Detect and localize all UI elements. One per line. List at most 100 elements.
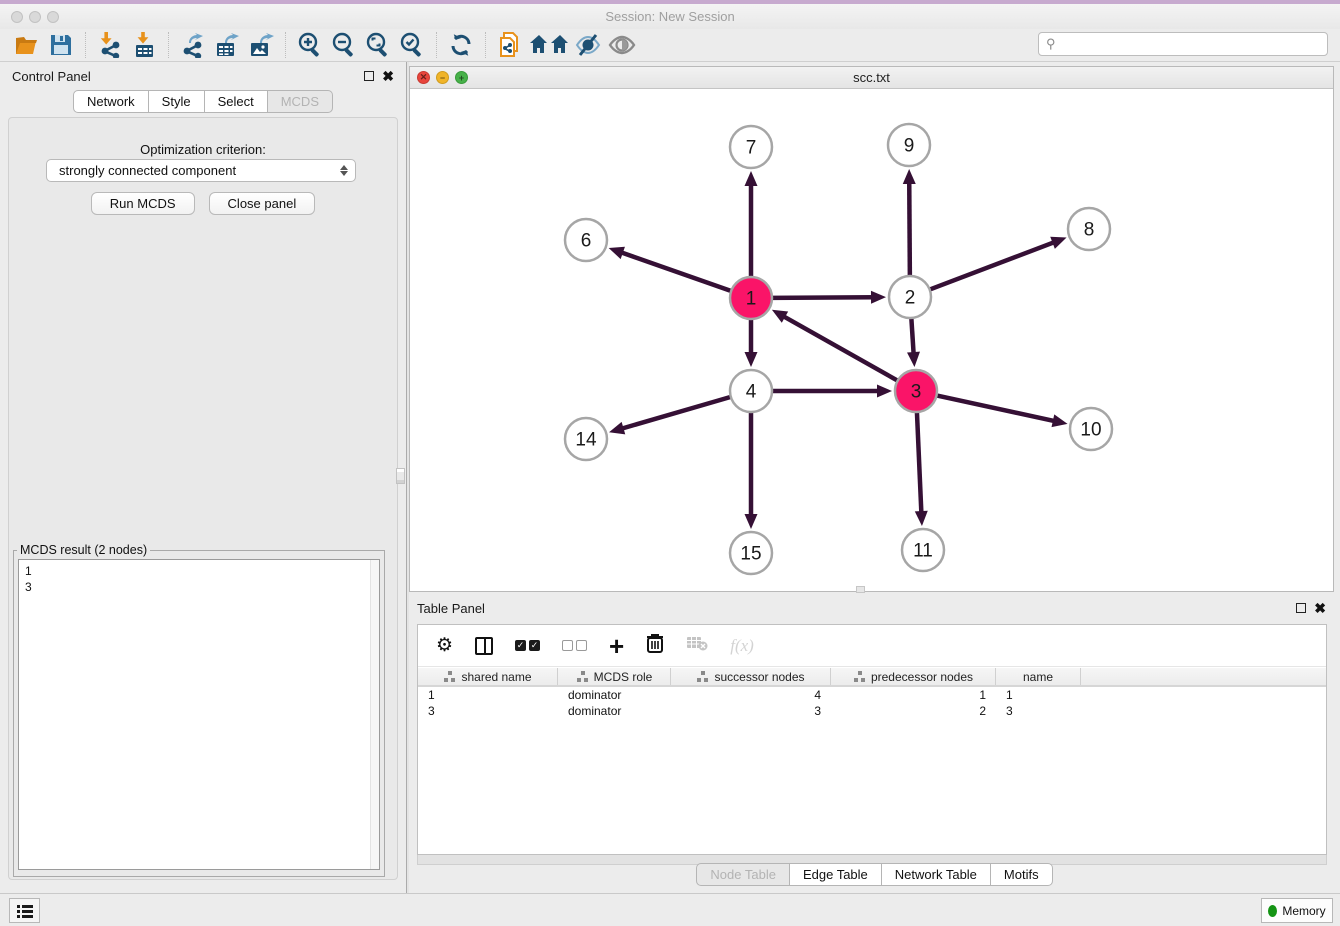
import-table-icon[interactable] [127,31,161,59]
home-icon[interactable] [527,31,571,59]
close-table-panel-icon[interactable]: ✖ [1314,603,1326,613]
float-panel-icon[interactable] [364,71,374,81]
main-toolbar: ⚲ [0,29,1340,62]
table-row[interactable]: 3dominator323 [418,703,1326,719]
tab-node-table[interactable]: Node Table [696,863,790,886]
table-cell[interactable]: 1 [996,688,1081,702]
edge-1-6[interactable] [619,252,731,291]
run-mcds-button[interactable]: Run MCDS [91,192,195,215]
hide-graphics-details-icon[interactable] [571,31,605,59]
select-all-icon[interactable]: ✓✓ [515,640,540,651]
search-input[interactable] [1060,37,1327,51]
zoom-fit-icon[interactable] [361,31,395,59]
graph-node-label-1: 1 [746,289,757,310]
graph-node-label-7: 7 [746,138,757,159]
table-cell[interactable]: 1 [418,688,558,702]
zoom-out-icon[interactable] [327,31,361,59]
edge-1-2[interactable] [772,297,875,298]
table-cell[interactable]: 3 [671,704,831,718]
import-network-icon[interactable] [93,31,127,59]
toolbar-separator [436,32,437,58]
edge-2-8[interactable] [930,241,1057,289]
hierarchy-icon [576,671,589,682]
close-panel-icon[interactable]: ✖ [382,71,394,81]
task-history-button[interactable] [9,898,40,923]
network-canvas[interactable]: 1234678910111415 [410,89,1333,591]
tab-network-table[interactable]: Network Table [882,863,991,886]
close-panel-button[interactable]: Close panel [209,192,316,215]
column-header-name[interactable]: name [996,668,1081,685]
graph-node-label-2: 2 [905,288,916,309]
column-header-shared-name[interactable]: shared name [418,668,558,685]
open-session-icon[interactable] [10,31,44,59]
table-cell[interactable]: dominator [558,704,671,718]
memory-status-icon [1268,905,1277,917]
add-column-icon[interactable]: + [609,636,624,656]
graph-node-label-11: 11 [913,541,933,562]
graph-node-label-8: 8 [1084,220,1095,241]
graph-node-label-14: 14 [575,430,597,451]
edge-arrowhead [609,247,625,259]
table-panel-title: Table Panel [417,601,485,616]
splitter-grip[interactable] [396,468,405,484]
table-row[interactable]: 1dominator411 [418,687,1326,703]
edge-2-3[interactable] [911,318,913,356]
tab-mcds[interactable]: MCDS [268,90,333,113]
export-network-icon[interactable] [176,31,210,59]
node-table-container: ⚙ ✓✓ + f(x) shared nameMCDS rolesuccesso… [417,624,1327,855]
tab-network[interactable]: Network [73,90,149,113]
edge-2-9[interactable] [909,180,910,276]
tab-style[interactable]: Style [149,90,205,113]
edge-arrowhead [871,291,886,304]
refresh-view-icon[interactable] [444,31,478,59]
edge-3-10[interactable] [937,395,1057,421]
settings-icon[interactable]: ⚙ [436,634,453,657]
graph-node-label-3: 3 [911,382,922,403]
deselect-all-icon[interactable] [562,640,587,651]
search-box[interactable]: ⚲ [1038,32,1328,56]
horizontal-splitter-grip[interactable] [856,586,865,593]
column-header-predecessor-nodes[interactable]: predecessor nodes [831,668,996,685]
table-cell[interactable]: dominator [558,688,671,702]
export-image-icon[interactable] [244,31,278,59]
tab-select[interactable]: Select [205,90,268,113]
table-cell[interactable]: 3 [418,704,558,718]
network-window-titlebar[interactable]: ✕ − + scc.txt [410,67,1333,89]
save-session-icon[interactable] [44,31,78,59]
edge-arrowhead [745,514,758,529]
table-header-row: shared nameMCDS rolesuccessor nodesprede… [418,668,1326,687]
toolbar-separator [168,32,169,58]
result-scrollbar[interactable] [370,560,379,869]
float-table-panel-icon[interactable] [1296,603,1306,613]
toolbar-separator [285,32,286,58]
table-cell[interactable]: 3 [996,704,1081,718]
zoom-in-icon[interactable] [293,31,327,59]
clone-network-icon[interactable] [493,31,527,59]
edge-3-1[interactable] [781,315,897,381]
edge-3-11[interactable] [917,412,922,515]
toolbar-separator [85,32,86,58]
tab-motifs[interactable]: Motifs [991,863,1053,886]
network-window-title: scc.txt [410,70,1333,85]
table-cell[interactable]: 1 [831,688,996,702]
export-table-icon[interactable] [210,31,244,59]
graph-node-label-15: 15 [740,544,761,565]
edge-4-14[interactable] [620,397,731,429]
memory-button[interactable]: Memory [1261,898,1333,923]
table-cell[interactable]: 4 [671,688,831,702]
tab-edge-table[interactable]: Edge Table [790,863,882,886]
zoom-selected-icon[interactable] [395,31,429,59]
delete-column-icon[interactable] [646,633,664,658]
control-panel: Control Panel ✖ NetworkStyleSelectMCDS O… [0,62,406,893]
show-hide-icon[interactable] [605,31,639,59]
table-cell[interactable]: 2 [831,704,996,718]
criterion-select[interactable]: strongly connected component [46,159,356,182]
mcds-panel: Optimization criterion: strongly connect… [8,117,398,880]
column-header-MCDS-role[interactable]: MCDS role [558,668,671,685]
mcds-result-title: MCDS result (2 nodes) [17,543,150,557]
memory-label: Memory [1282,904,1325,918]
column-header-successor-nodes[interactable]: successor nodes [671,668,831,685]
hierarchy-icon [853,671,866,682]
split-view-icon[interactable] [475,637,493,655]
edge-arrowhead [1052,414,1068,427]
